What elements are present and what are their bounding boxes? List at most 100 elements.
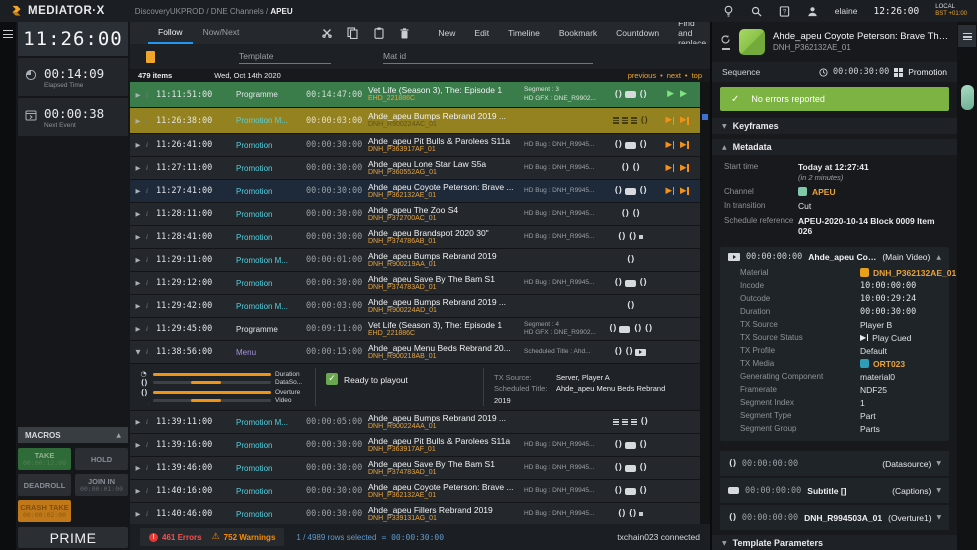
chevron-down-icon[interactable]: ▼ bbox=[937, 514, 942, 521]
inspector-track-row[interactable]: () 00:00:00:00 DNH_R994503A_01 (Overture1) ▼ bbox=[720, 505, 949, 530]
row-expand-chevron[interactable]: ▶ bbox=[130, 464, 146, 472]
skip-icon[interactable]: ▶ bbox=[665, 141, 674, 150]
row-expand-chevron[interactable]: ▶ bbox=[130, 91, 146, 99]
timeline-button[interactable]: Timeline bbox=[508, 28, 540, 38]
new-button[interactable]: New bbox=[438, 28, 455, 38]
row-expand-chevron[interactable]: ▶ bbox=[130, 510, 146, 518]
macro-crash-take-button[interactable]: CRASH TAKE 00:00:02:00 bbox=[18, 500, 71, 522]
scrollbar-marker[interactable] bbox=[702, 114, 708, 120]
row-info-line: Segment : 4 bbox=[524, 320, 560, 328]
item-thumbnail[interactable] bbox=[739, 29, 765, 55]
skip-icon[interactable]: ▶ bbox=[680, 116, 689, 125]
cut-icon[interactable] bbox=[321, 28, 332, 39]
row-expand-chevron[interactable]: ▶ bbox=[130, 233, 146, 241]
skip-icon[interactable]: ▶ bbox=[680, 164, 689, 173]
macros-header[interactable]: MACROS ▲ bbox=[18, 427, 128, 443]
row-expand-chevron[interactable]: ▶ bbox=[130, 117, 146, 125]
tab-follow[interactable]: Follow bbox=[148, 22, 193, 44]
section-keyframes[interactable]: ▼ Keyframes bbox=[712, 118, 957, 134]
row-expand-chevron[interactable]: ▶ bbox=[130, 187, 146, 195]
playlist-row[interactable]: ▶ i 11:39:11:00 Promotion M... 00:00:05:00 Ah… bbox=[130, 411, 700, 433]
inspector-track-row[interactable]: 00:00:00:00 Subtitle [] (Captions) ▼ bbox=[720, 478, 949, 503]
skip-icon[interactable]: ▶ bbox=[680, 187, 689, 196]
refresh-icon[interactable] bbox=[720, 34, 731, 45]
chevron-up-icon[interactable]: ▲ bbox=[936, 254, 941, 261]
playlist-row[interactable]: ▶ i 11:40:16:00 Promotion 00:00:30:00 Ahde_ap… bbox=[130, 480, 700, 502]
chevron-down-icon[interactable]: ▼ bbox=[936, 487, 941, 494]
collapse-minus-icon[interactable] bbox=[721, 48, 730, 50]
keyframe-indicator-icon bbox=[612, 117, 619, 124]
playlist-row[interactable]: ▶ i 11:26:41:00 Promotion 00:00:30:00 Ahde_ap… bbox=[130, 134, 700, 156]
row-expand-chevron[interactable]: ▶ bbox=[130, 325, 146, 333]
errors-group[interactable]: ! 461 Errors bbox=[149, 532, 202, 542]
nav-top-link[interactable]: top bbox=[692, 71, 702, 80]
row-expand-chevron[interactable]: ▶ bbox=[130, 279, 146, 287]
playlist-row[interactable]: ▶ i 11:27:41:00 Promotion 00:00:30:00 Ahde_ap… bbox=[130, 180, 700, 202]
playlist-row[interactable]: ▶ i 11:27:11:00 Promotion 00:00:30:00 Ahde_ap… bbox=[130, 157, 700, 179]
playlist-row[interactable]: ▼ i 11:38:56:00 Menu 00:00:15:00 Ahde_apeu Me… bbox=[130, 341, 700, 363]
skip-icon[interactable]: ▶ bbox=[680, 141, 689, 150]
username[interactable]: elaine bbox=[835, 6, 858, 16]
playlist-row[interactable]: ▶ i 11:39:46:00 Promotion 00:00:30:00 Ahde_ap… bbox=[130, 457, 700, 479]
tab-now-next[interactable]: Now/Next bbox=[193, 22, 250, 44]
delete-icon[interactable] bbox=[399, 27, 410, 39]
playlist-row[interactable]: ▶ i 11:39:16:00 Promotion 00:00:30:00 Ahde_ap… bbox=[130, 434, 700, 456]
section-metadata[interactable]: ▲ Metadata bbox=[712, 139, 957, 155]
breadcrumb-path[interactable]: DiscoveryUKPROD / DNE Channels / bbox=[135, 7, 271, 16]
row-expand-chevron[interactable]: ▼ bbox=[130, 348, 146, 356]
ready-checkbox[interactable]: ✓ bbox=[326, 373, 338, 385]
main-video-value-text: Parts bbox=[860, 423, 880, 434]
row-expand-chevron[interactable]: ▶ bbox=[130, 141, 146, 149]
countdown-button[interactable]: Countdown bbox=[616, 28, 659, 38]
bookmark-button[interactable]: Bookmark bbox=[559, 28, 597, 38]
playlist-row[interactable]: ▶ i 11:29:42:00 Promotion M... 00:00:03:00 Ah… bbox=[130, 295, 700, 317]
panel-menu-box[interactable] bbox=[958, 25, 976, 47]
playlist-row[interactable]: ▶ i 11:29:11:00 Promotion M... 00:00:01:00 Ah… bbox=[130, 249, 700, 271]
row-expand-chevron[interactable]: ▶ bbox=[130, 210, 146, 218]
edit-button[interactable]: Edit bbox=[474, 28, 489, 38]
macro-hold-button[interactable]: HOLD bbox=[75, 448, 128, 470]
macro-take-button[interactable]: TAKE 00:00:12:00 bbox=[18, 448, 71, 470]
main-video-header[interactable]: 00:00:00:00 Ahde_apeu Coyote Peterson: B… bbox=[720, 247, 949, 268]
playlist-row[interactable]: ▶ i 11:28:41:00 Promotion 00:00:30:00 Ahde_ap… bbox=[130, 226, 700, 248]
inspector-track-row[interactable]: () 00:00:00:00 (Datasource) ▼ bbox=[720, 451, 949, 476]
warnings-group[interactable]: ⚠ 752 Warnings bbox=[212, 532, 276, 542]
play-cued-icon[interactable]: ▶ bbox=[860, 333, 869, 342]
row-expand-chevron[interactable]: ▶ bbox=[130, 256, 146, 264]
play-icon[interactable]: ▶ bbox=[680, 90, 687, 99]
row-track-indicators: ()() bbox=[602, 232, 658, 242]
nav-next-link[interactable]: next bbox=[667, 71, 681, 80]
playlist-row[interactable]: ▶ i 11:26:38:00 Promotion M... 00:00:03:00 Ah… bbox=[130, 108, 700, 133]
search-icon[interactable] bbox=[751, 5, 763, 17]
playlist-row[interactable]: ▶ i 11:29:45:00 Programme 00:09:11:00 Vet Lif… bbox=[130, 318, 700, 340]
row-expand-chevron[interactable]: ▶ bbox=[130, 164, 146, 172]
chevron-down-icon[interactable]: ▼ bbox=[936, 460, 941, 467]
skip-icon[interactable]: ▶ bbox=[665, 116, 674, 125]
macro-join-in-button[interactable]: JOIN IN 00:00:01:00 bbox=[75, 474, 128, 496]
matid-input[interactable] bbox=[383, 49, 593, 64]
collapse-chevron-icon[interactable]: ▲ bbox=[116, 432, 121, 439]
copy-icon[interactable] bbox=[347, 27, 358, 39]
macro-deadroll-button[interactable]: DEADROLL bbox=[18, 474, 71, 496]
play-icon[interactable]: ▶ bbox=[667, 90, 674, 99]
skip-icon[interactable]: ▶ bbox=[665, 187, 674, 196]
package-icon[interactable]: ? bbox=[779, 5, 791, 17]
section-template-parameters[interactable]: ▼ Template Parameters bbox=[712, 535, 957, 550]
side-tab[interactable] bbox=[960, 85, 974, 110]
idea-icon[interactable] bbox=[723, 5, 735, 17]
playlist-row[interactable]: ▶ i 11:11:51:00 Programme 00:14:47:00 Vet Lif… bbox=[130, 82, 700, 107]
playlist-row[interactable]: ▶ i 11:28:11:00 Promotion 00:00:30:00 Ahde_ap… bbox=[130, 203, 700, 225]
paste-icon[interactable] bbox=[373, 27, 384, 39]
template-input[interactable] bbox=[239, 49, 331, 64]
row-expand-chevron[interactable]: ▶ bbox=[130, 487, 146, 495]
sidebar-menu-icon[interactable] bbox=[3, 30, 13, 38]
user-icon[interactable] bbox=[807, 5, 819, 17]
row-expand-chevron[interactable]: ▶ bbox=[130, 418, 146, 426]
skip-icon[interactable]: ▶ bbox=[665, 164, 674, 173]
nav-previous-link[interactable]: previous bbox=[628, 71, 656, 80]
row-expand-chevron[interactable]: ▶ bbox=[130, 302, 146, 310]
row-expand-chevron[interactable]: ▶ bbox=[130, 441, 146, 449]
prime-button[interactable]: PRIME bbox=[18, 527, 128, 548]
playlist-row[interactable]: ▶ i 11:29:12:00 Promotion 00:00:30:00 Ahde_ap… bbox=[130, 272, 700, 294]
playlist-row[interactable]: ▶ i 11:40:46:00 Promotion 00:00:30:00 Ahde_ap… bbox=[130, 503, 700, 524]
